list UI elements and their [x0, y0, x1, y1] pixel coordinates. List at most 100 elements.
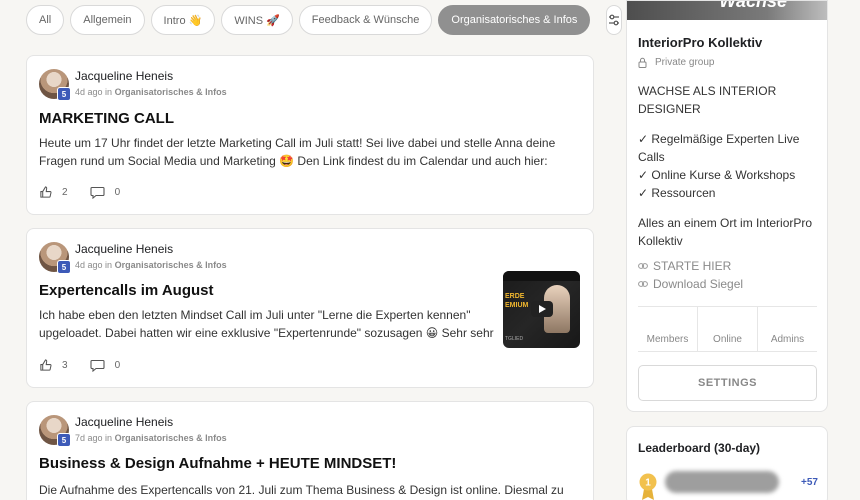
author-name[interactable]: Jacqueline Heneis [75, 415, 227, 429]
bullet-line: ✓ Ressourcen [638, 186, 716, 200]
post-author: 5 Jacqueline Heneis 4d ago in Organisato… [39, 69, 227, 101]
tagline-line: WACHSE ALS INTERIOR [638, 84, 777, 98]
post-actions: 2 0 [39, 186, 142, 199]
filter-chip-feedback[interactable]: Feedback & Wünsche [298, 5, 433, 35]
group-name: InteriorPro Kollektiv [638, 35, 763, 50]
filter-chip-intro[interactable]: Intro 👋 [150, 5, 216, 35]
post-category[interactable]: Organisatorisches & Infos [115, 260, 227, 270]
post-body[interactable]: Ich habe eben den letzten Mindset Call i… [39, 306, 504, 342]
post-card[interactable]: 5 Jacqueline Heneis 4d ago in Organisato… [26, 55, 594, 215]
filter-chip-allgemein[interactable]: Allgemein [70, 5, 145, 35]
post-author: 5 Jacqueline Heneis 4d ago in Organisato… [39, 242, 227, 274]
group-cover-image: Wachse [627, 1, 827, 20]
avatar[interactable]: 5 [39, 415, 71, 447]
stat-admins[interactable]: Admins [758, 307, 817, 351]
stat-members[interactable]: Members [638, 307, 698, 351]
link-starte-hier[interactable]: STARTE HIER [638, 259, 731, 273]
post-body-line: Die Aufnahme des Expertencalls von 21. J… [39, 483, 564, 497]
post-category[interactable]: Organisatorisches & Infos [115, 87, 227, 97]
group-stats: Members Online Admins [638, 306, 817, 352]
link-label: STARTE HIER [653, 259, 732, 273]
link-label: Download Siegel [653, 277, 744, 291]
play-icon[interactable] [531, 301, 553, 317]
post-time: 4d ago [75, 260, 103, 270]
video-thumbnail[interactable]: ERDE EMIUM TGLIED [503, 271, 580, 348]
tagline-line: DESIGNER [638, 102, 701, 116]
comment-button[interactable]: 0 [90, 186, 121, 199]
group-description: WACHSE ALS INTERIOR DESIGNER ✓ Regelmäßi… [638, 82, 822, 262]
post-meta-in: in [105, 433, 113, 443]
post-body-line: Heute um 17 Uhr findet der letzte Market… [39, 136, 556, 150]
post-title[interactable]: Business & Design Aufnahme + HEUTE MINDS… [39, 455, 396, 472]
post-body-line: Fragen rund um Social Media und Marketin… [39, 154, 548, 168]
post-body-line: upgeloadet. Dabei hatten wir eine exklus… [39, 326, 494, 340]
author-name[interactable]: Jacqueline Heneis [75, 242, 227, 256]
link-icon [638, 263, 648, 269]
sliders-icon [609, 14, 620, 26]
link-download-siegel[interactable]: Download Siegel [638, 277, 743, 291]
avatar[interactable]: 5 [39, 242, 71, 274]
thumbs-up-icon [40, 186, 52, 198]
filter-chip-organisatorisches[interactable]: Organisatorisches & Infos [438, 5, 591, 35]
comment-button[interactable]: 0 [90, 359, 121, 372]
post-meta: 7d ago in Organisatorisches & Infos [75, 429, 227, 447]
bullet-line: ✓ Online Kurse & Workshops [638, 168, 796, 182]
category-filter-bar: All Allgemein Intro 👋 WINS 🚀 Feedback & … [26, 4, 623, 36]
post-card[interactable]: 5 Jacqueline Heneis 7d ago in Organisato… [26, 401, 594, 500]
comment-icon [90, 186, 105, 199]
summary-line: Alles an einem Ort im InteriorPro [638, 216, 813, 230]
level-badge: 5 [57, 87, 71, 101]
group-privacy: Private group [638, 57, 714, 68]
comment-icon [90, 359, 105, 372]
level-badge: 5 [57, 433, 71, 447]
thumbnail-text: TGLIED [505, 336, 524, 342]
comment-count: 0 [114, 360, 121, 371]
post-time: 7d ago [75, 433, 103, 443]
filter-chip-wins[interactable]: WINS 🚀 [221, 5, 293, 35]
post-body-line: Ich habe eben den letzten Mindset Call i… [39, 308, 471, 322]
cover-text: Wachse [719, 1, 787, 11]
post-author: 5 Jacqueline Heneis 7d ago in Organisato… [39, 415, 227, 447]
link-icon [638, 281, 648, 287]
author-name[interactable]: Jacqueline Heneis [75, 69, 227, 83]
leaderboard-card: Leaderboard (30-day) 1 +57 [626, 426, 828, 500]
post-category[interactable]: Organisatorisches & Infos [115, 433, 227, 443]
like-button[interactable]: 3 [39, 359, 68, 372]
leaderboard-title: Leaderboard (30-day) [638, 441, 761, 455]
settings-button[interactable]: SETTINGS [638, 365, 817, 401]
post-time: 4d ago [75, 87, 103, 97]
comment-count: 0 [114, 187, 121, 198]
like-count: 3 [62, 360, 68, 371]
filter-settings-button[interactable] [606, 5, 623, 35]
post-meta-in: in [105, 260, 113, 270]
leaderboard-points: +57 [801, 477, 818, 488]
level-badge: 5 [57, 260, 71, 274]
post-meta: 4d ago in Organisatorisches & Infos [75, 83, 227, 101]
post-meta: 4d ago in Organisatorisches & Infos [75, 256, 227, 274]
bullet-line: ✓ Regelmäßige Experten Live [638, 132, 800, 146]
stat-online[interactable]: Online [698, 307, 758, 351]
gold-medal-icon: 1 [639, 473, 657, 500]
group-about-card: Wachse InteriorPro Kollektiv Private gro… [626, 0, 828, 412]
post-body[interactable]: Heute um 17 Uhr findet der letzte Market… [39, 134, 584, 170]
summary-line: Kollektiv [638, 234, 683, 248]
thumbnail-text: EMIUM [505, 302, 529, 309]
like-count: 2 [62, 187, 68, 198]
avatar[interactable]: 5 [39, 69, 71, 101]
thumbnail-header-bar [503, 271, 580, 281]
lock-icon [638, 57, 647, 68]
post-actions: 3 0 [39, 359, 142, 372]
post-title[interactable]: Expertencalls im August [39, 282, 214, 299]
post-meta-in: in [105, 87, 113, 97]
blurred-member-name[interactable] [665, 471, 779, 493]
bullet-line: Calls [638, 150, 665, 164]
like-button[interactable]: 2 [39, 186, 68, 199]
rank-number: 1 [645, 478, 651, 489]
privacy-label: Private group [655, 57, 715, 68]
post-body[interactable]: Die Aufnahme des Expertencalls von 21. J… [39, 481, 584, 499]
post-card[interactable]: 5 Jacqueline Heneis 4d ago in Organisato… [26, 228, 594, 388]
filter-chip-all[interactable]: All [26, 5, 65, 35]
thumbnail-text: ERDE [505, 293, 525, 300]
thumbs-up-icon [40, 359, 52, 371]
post-title[interactable]: MARKETING CALL [39, 110, 174, 127]
